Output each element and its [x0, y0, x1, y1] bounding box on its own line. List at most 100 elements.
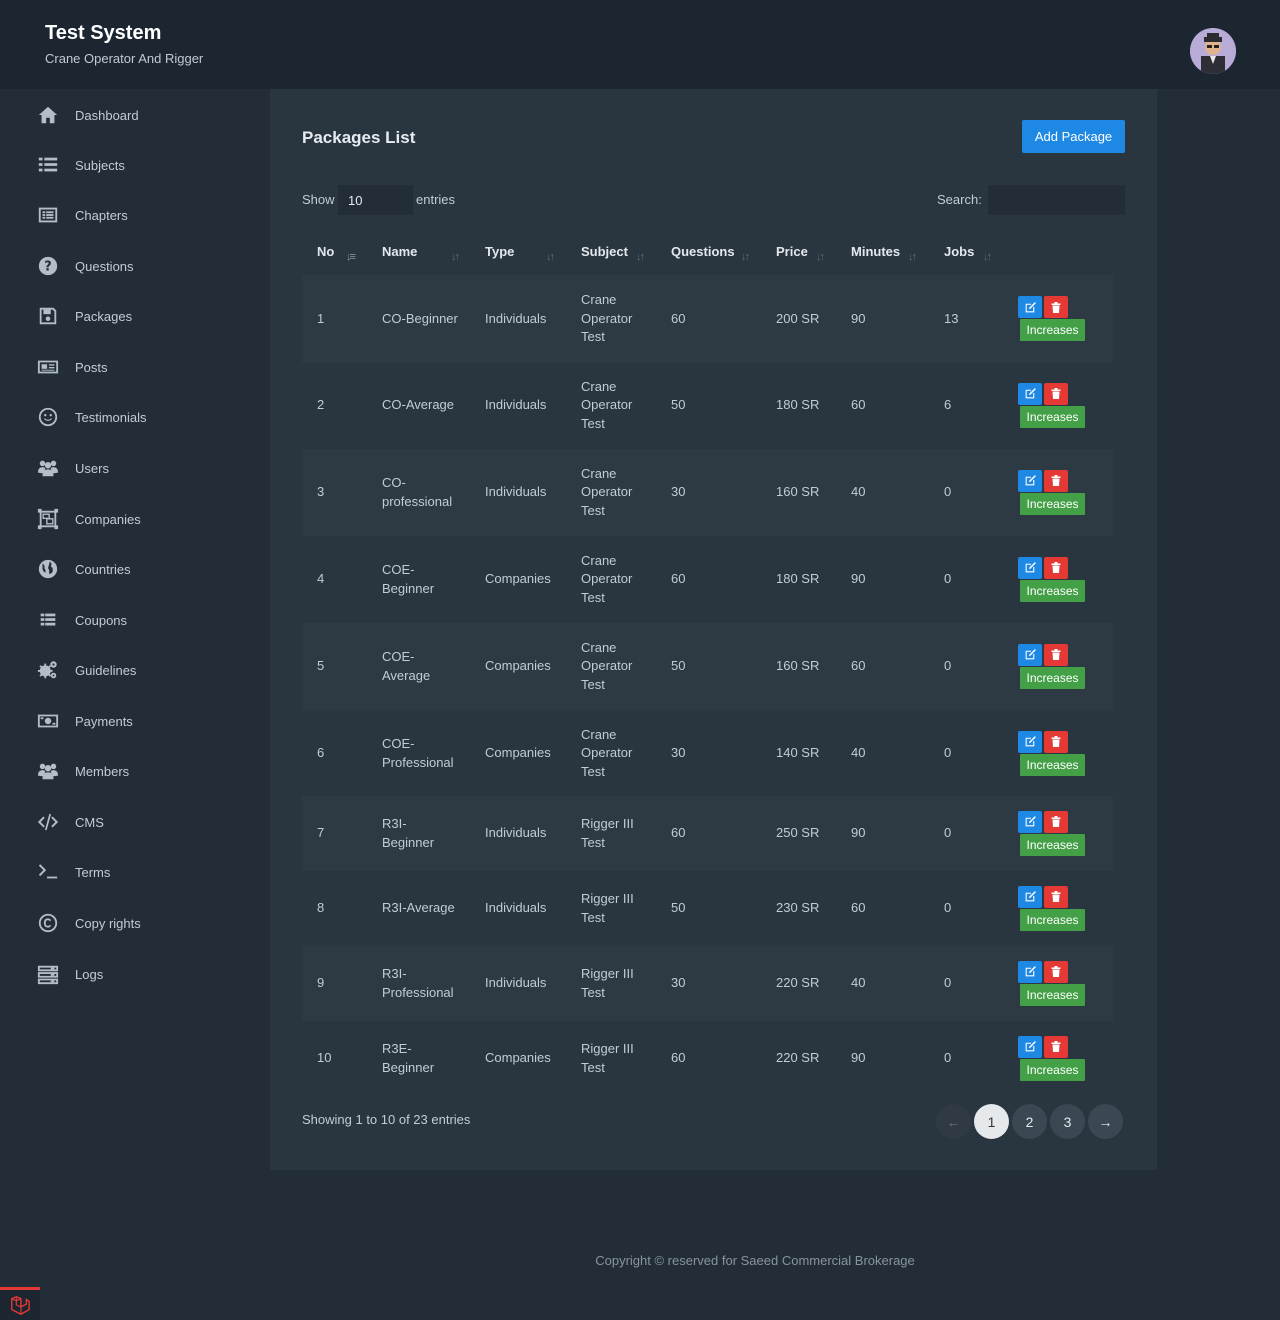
- sidebar-item-logs[interactable]: Logs: [0, 954, 270, 994]
- sidebar-item-label: Users: [75, 460, 109, 476]
- cell-minutes-text: 90: [851, 310, 866, 326]
- cell-minutes-text: 60: [851, 900, 866, 916]
- top-header: Test System Crane Operator And Rigger: [0, 0, 1280, 89]
- sidebar-item-subjects[interactable]: Subjects: [0, 145, 270, 185]
- cell-name-line: COE-: [382, 736, 415, 751]
- sidebar-item-label: Terms: [75, 864, 111, 880]
- entries-per-page-select[interactable]: 10: [338, 185, 413, 215]
- sidebar-item-countries[interactable]: Countries: [0, 549, 270, 589]
- cell-price-text: 160 SR: [776, 484, 820, 500]
- cell-type-text: Individuals: [485, 825, 547, 841]
- edit-icon: [1025, 388, 1036, 399]
- laravel-logo-icon[interactable]: [0, 1287, 40, 1320]
- add-package-button[interactable]: Add Package: [1022, 120, 1125, 153]
- increases-button[interactable]: Increases: [1020, 983, 1085, 1006]
- user-avatar[interactable]: [1190, 28, 1236, 74]
- sidebar-item-members[interactable]: Members: [0, 751, 270, 791]
- cell-name-line: R3I-: [382, 966, 407, 981]
- edit-icon: [1025, 301, 1036, 312]
- cell-type: Companies: [485, 623, 580, 710]
- cell-subject-line: Test: [581, 589, 605, 605]
- delete-button[interactable]: [1044, 810, 1068, 833]
- increases-button[interactable]: Increases: [1020, 1058, 1085, 1081]
- column-header-subject[interactable]: Subject: [581, 244, 628, 259]
- pagination-page-3[interactable]: 3: [1050, 1104, 1085, 1139]
- delete-button[interactable]: [1044, 643, 1068, 666]
- cell-no-text: 3: [317, 484, 325, 500]
- edit-button[interactable]: [1018, 296, 1042, 318]
- search-input[interactable]: [988, 185, 1125, 215]
- list-alt-icon: [36, 608, 60, 632]
- sidebar-item-chapters[interactable]: Chapters: [0, 195, 270, 235]
- edit-button[interactable]: [1018, 382, 1042, 405]
- increases-button[interactable]: Increases: [1020, 319, 1085, 341]
- column-header-no[interactable]: No: [317, 244, 334, 259]
- pagination-page-1[interactable]: 1: [974, 1104, 1009, 1139]
- delete-button[interactable]: [1044, 296, 1068, 318]
- pagination-next-button[interactable]: →: [1088, 1104, 1123, 1139]
- cell-name-line: Beginner: [382, 834, 435, 850]
- increases-button[interactable]: Increases: [1020, 753, 1085, 776]
- edit-button[interactable]: [1018, 730, 1042, 753]
- cell-questions-text: 60: [671, 1050, 686, 1066]
- sidebar-item-dashboard[interactable]: Dashboard: [0, 95, 270, 135]
- edit-button[interactable]: [1018, 960, 1042, 983]
- column-header-jobs[interactable]: Jobs: [944, 244, 974, 259]
- column-header-price[interactable]: Price: [776, 244, 808, 259]
- increases-button[interactable]: Increases: [1020, 666, 1085, 689]
- increases-button[interactable]: Increases: [1020, 579, 1085, 602]
- cell-subject: Rigger III Test: [581, 796, 666, 871]
- cell-name-line: CO-Average: [382, 397, 455, 413]
- sidebar-item-testimonials[interactable]: Testimonials: [0, 397, 270, 437]
- edit-button[interactable]: [1018, 885, 1042, 908]
- increases-button[interactable]: Increases: [1020, 492, 1085, 515]
- sidebar-item-packages[interactable]: Packages: [0, 296, 270, 336]
- delete-button[interactable]: [1044, 960, 1068, 983]
- cell-minutes-text: 90: [851, 571, 866, 587]
- column-header-name[interactable]: Name: [382, 244, 417, 259]
- sidebar-item-guidelines[interactable]: Guidelines: [0, 650, 270, 690]
- increases-button[interactable]: Increases: [1020, 908, 1085, 931]
- pagination-prev-button[interactable]: ←: [936, 1104, 971, 1139]
- sort-asc-icon: ↓≡: [346, 251, 356, 263]
- cell-no-text: 8: [317, 900, 325, 916]
- sidebar-item-questions[interactable]: ? Questions: [0, 246, 270, 286]
- delete-button[interactable]: [1044, 382, 1068, 405]
- sidebar-item-users[interactable]: Users: [0, 448, 270, 488]
- cell-type: Individuals: [485, 946, 580, 1021]
- delete-button[interactable]: [1044, 556, 1068, 579]
- cell-no-text: 9: [317, 975, 325, 991]
- delete-button[interactable]: [1044, 469, 1068, 492]
- column-header-questions[interactable]: Questions: [671, 244, 735, 259]
- column-header-minutes[interactable]: Minutes: [851, 244, 900, 259]
- edit-icon: [1025, 816, 1036, 827]
- edit-button[interactable]: [1018, 643, 1042, 666]
- sidebar-item-terms[interactable]: Terms: [0, 852, 270, 892]
- sidebar-item-coupons[interactable]: Coupons: [0, 600, 270, 640]
- users-group-icon: [36, 759, 60, 783]
- delete-button[interactable]: [1044, 730, 1068, 753]
- edit-button[interactable]: [1018, 810, 1042, 833]
- cell-subject-line: Test: [581, 834, 605, 850]
- edit-button[interactable]: [1018, 1035, 1042, 1058]
- column-header-type[interactable]: Type: [485, 244, 514, 259]
- increases-button[interactable]: Increases: [1020, 405, 1085, 428]
- cell-jobs-text: 0: [944, 900, 952, 916]
- cell-minutes: 90: [851, 1021, 931, 1096]
- sidebar-item-payments[interactable]: Payments: [0, 701, 270, 741]
- sidebar-item-posts[interactable]: Posts: [0, 347, 270, 387]
- cell-subject-line: Test: [581, 763, 605, 779]
- increases-button[interactable]: Increases: [1020, 833, 1085, 856]
- pagination-page-2[interactable]: 2: [1012, 1104, 1047, 1139]
- edit-button[interactable]: [1018, 469, 1042, 492]
- sidebar-item-copy-rights[interactable]: Copy rights: [0, 903, 270, 943]
- sidebar-item-label: Logs: [75, 966, 104, 982]
- cell-subject-line: Operator: [581, 571, 633, 587]
- sidebar-item-companies[interactable]: Companies: [0, 499, 270, 539]
- edit-icon: [1025, 966, 1036, 977]
- delete-button[interactable]: [1044, 885, 1068, 908]
- edit-button[interactable]: [1018, 556, 1042, 579]
- sidebar-item-cms[interactable]: CMS: [0, 802, 270, 842]
- cell-minutes: 40: [851, 710, 931, 797]
- delete-button[interactable]: [1044, 1035, 1068, 1058]
